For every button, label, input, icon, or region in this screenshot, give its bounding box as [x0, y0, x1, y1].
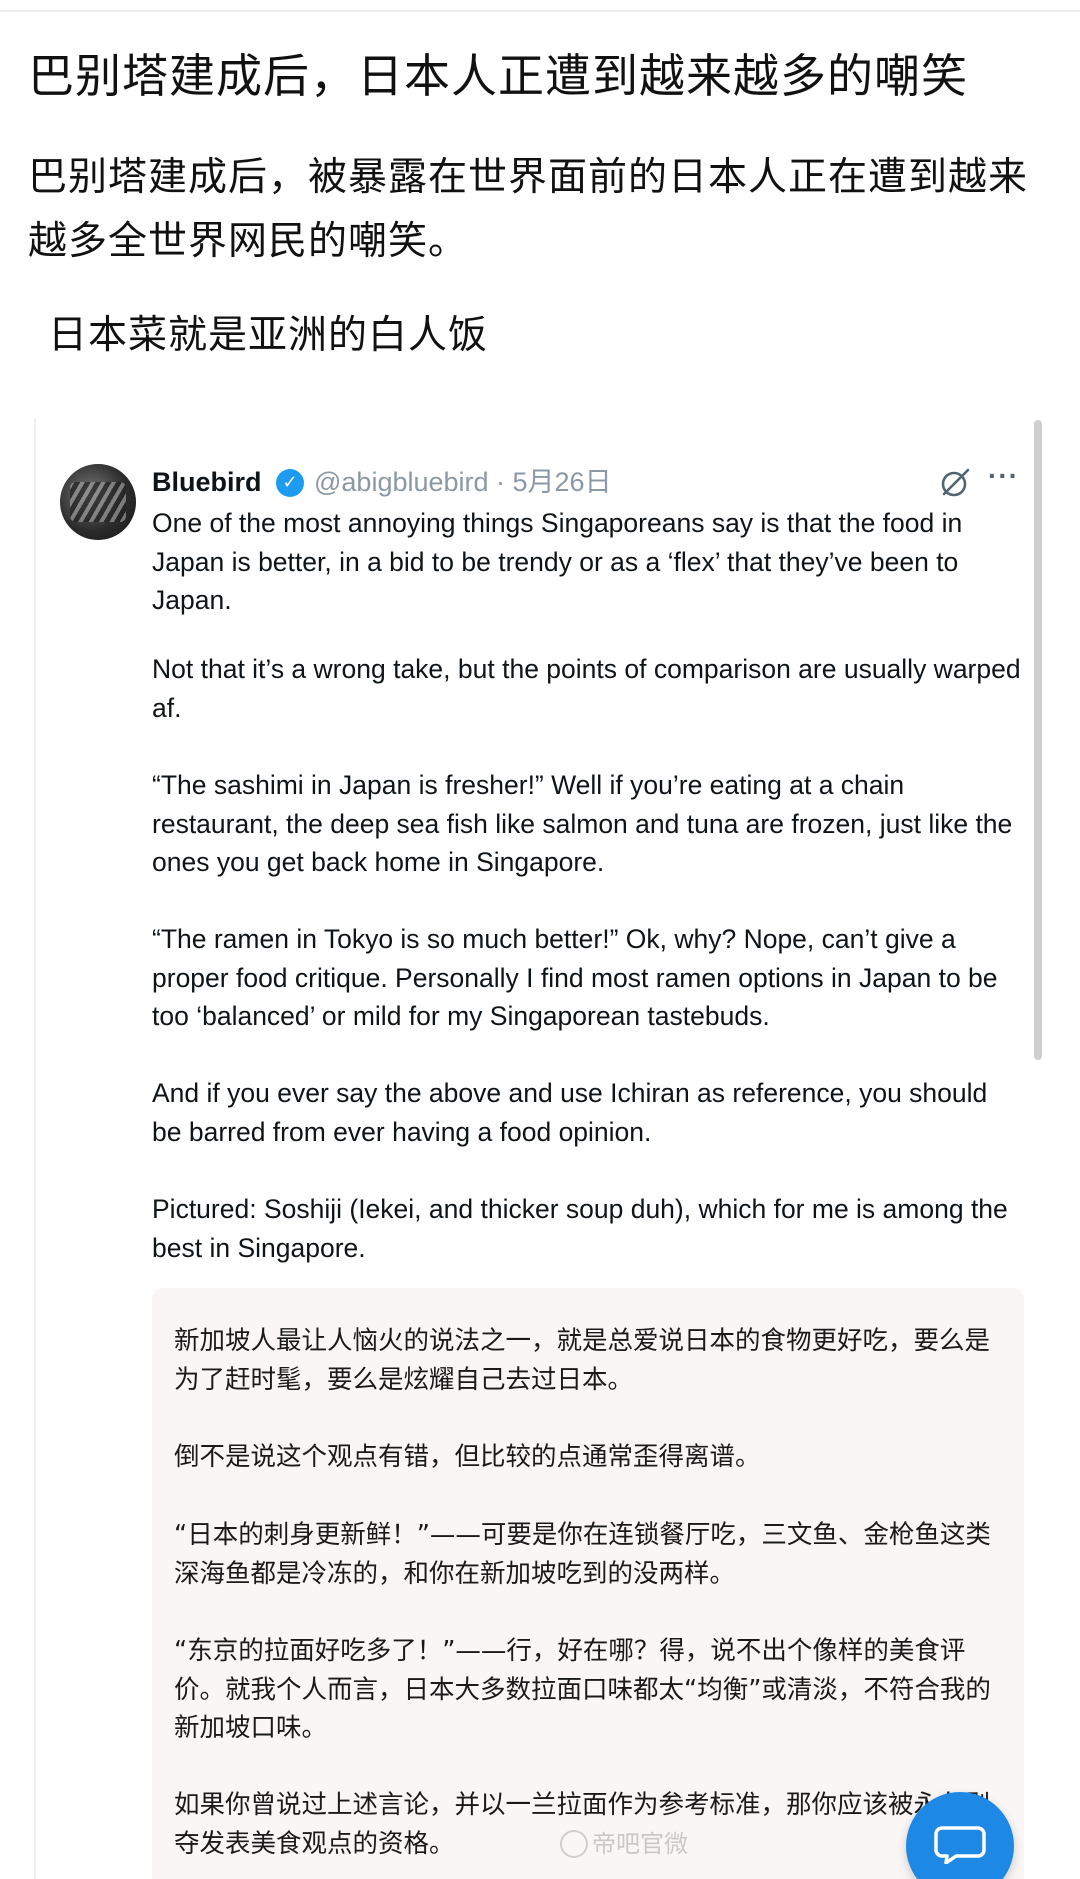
tweet-paragraph: Not that it’s a wrong take, but the poin… — [152, 654, 1021, 723]
more-options-icon: ··· — [988, 460, 1019, 491]
post-title: 巴别塔建成后，日本人正遭到越来越多的嘲笑 — [28, 49, 968, 103]
translation-paragraph: 新加坡人最让人恼火的说法之一，就是总爱说日本的食物更好吃，要么是为了赶时髦，要么… — [174, 1326, 991, 1395]
post-caption: 日本菜就是亚洲的白人饭 — [48, 313, 489, 358]
translation-box: 新加坡人最让人恼火的说法之一，就是总爱说日本的食物更好吃，要么是为了赶时髦，要么… — [152, 1288, 1024, 1879]
tweet-paragraph: And if you ever say the above and use Ic… — [152, 1078, 988, 1147]
grok-icon — [941, 468, 970, 497]
avatar — [60, 464, 136, 540]
weibo-logo-icon — [560, 1830, 588, 1858]
comment-bubble-icon — [934, 1826, 986, 1864]
tweet-handle-date: @abigbluebird · 5月26日 — [314, 467, 612, 497]
tweet-screenshot: Bluebird ✓ @abigbluebird · 5月26日 ··· One… — [28, 418, 1048, 1879]
translation-paragraph: “日本的刺身更新鲜！”——可要是你在连锁餐厅吃，三文鱼、金枪鱼这类深海鱼都是冷冻… — [174, 1520, 991, 1589]
tweet-author-name: Bluebird — [152, 467, 262, 497]
verified-badge-icon: ✓ — [276, 469, 304, 497]
screenshot-scrollbar — [1034, 420, 1042, 1060]
tweet-paragraph: “The sashimi in Japan is fresher!” Well … — [152, 770, 1013, 877]
translation-paragraph: 倒不是说这个观点有错，但比较的点通常歪得离谱。 — [174, 1442, 761, 1472]
tweet-paragraph: Pictured: Soshiji (Iekei, and thicker so… — [152, 1194, 1008, 1263]
screenshot-left-rule — [34, 418, 36, 1879]
tweet-paragraph: “The ramen in Tokyo is so much better!” … — [152, 924, 998, 1031]
post-body: 巴别塔建成后，被暴露在世界面前的日本人正在遭到越来越多全世界网民的嘲笑。 — [28, 155, 1029, 264]
translation-paragraph: “东京的拉面好吃多了！”——行，好在哪？得，说不出个像样的美食评价。就我个人而言… — [174, 1636, 991, 1743]
top-divider — [0, 10, 1080, 12]
watermark: 帝吧官微 — [560, 1828, 688, 1860]
watermark-text: 帝吧官微 — [592, 1830, 688, 1858]
tweet-paragraph: One of the most annoying things Singapor… — [152, 508, 963, 615]
